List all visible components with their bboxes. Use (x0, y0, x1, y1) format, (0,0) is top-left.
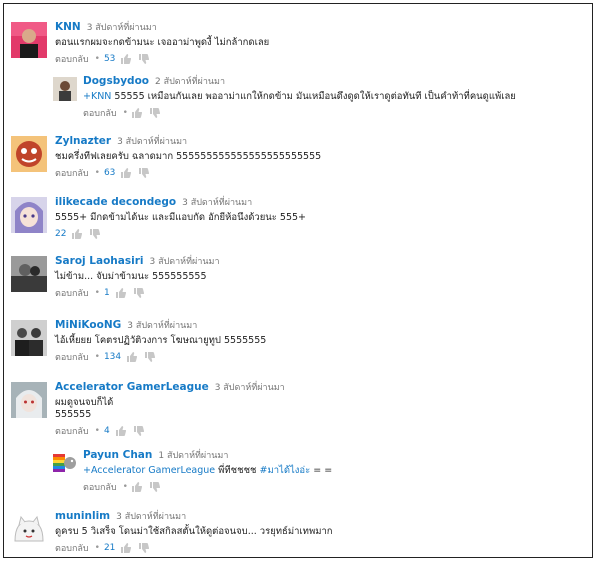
comment-text: ไอ้เหี้ยยย โคตรปฏิวัติวงการ โฆษณายูทูป 5… (55, 335, 267, 346)
separator-dot: • (94, 54, 100, 64)
thumbs-down-icon[interactable] (139, 54, 150, 64)
timestamp[interactable]: 3 สัปดาห์ที่ผ่านมา (127, 321, 197, 331)
author-name[interactable]: Saroj Laohasiri (55, 255, 143, 267)
timestamp[interactable]: 3 สัปดาห์ที่ผ่านมา (215, 383, 285, 393)
thumbs-up-icon[interactable] (121, 543, 132, 553)
thumbs-down-icon[interactable] (133, 426, 144, 436)
like-count: 63 (103, 168, 116, 178)
thumbs-down-icon[interactable] (145, 352, 156, 362)
separator-dot: • (94, 288, 100, 298)
comment-text: ชมครึ่งทีฟเลยครับ ฉลาดมาก 55555555555555… (55, 151, 322, 162)
author-name[interactable]: muninlim (55, 510, 110, 522)
comment-text: +KNN 55555 เหมือนกันเลย พออาม่าแกให้กดข้… (83, 91, 516, 103)
timestamp[interactable]: 1 สัปดาห์ที่ผ่านมา (158, 451, 228, 461)
like-count: 1 (103, 288, 110, 298)
anime-girl-avatar[interactable] (11, 197, 47, 233)
thumbs-down-icon[interactable] (139, 168, 150, 178)
separator-dot: • (94, 543, 100, 553)
separator-dot: • (122, 108, 128, 118)
author-name[interactable]: KNN (55, 21, 81, 33)
thumbs-down-icon[interactable] (149, 482, 160, 492)
bw-photo-avatar[interactable] (11, 256, 47, 292)
like-count: 4 (103, 426, 110, 436)
reply-button[interactable]: ตอบกลับ (55, 350, 89, 364)
anime-character-avatar[interactable] (11, 382, 47, 418)
comment-text: ดูครบ 5 วิเสร็จ โดนม่าใช้สกิลสตั้นให้ดูต… (55, 526, 333, 537)
reply-button[interactable]: ตอบกลับ (55, 424, 89, 438)
author-name[interactable]: Dogsbydoo (83, 75, 149, 87)
comment-body: พี่ทีชชชช (215, 465, 260, 476)
timestamp[interactable]: 2 สัปดาห์ที่ผ่านมา (155, 77, 225, 87)
person-dark-shirt-avatar[interactable] (11, 22, 47, 58)
comment-text-line-2: 555555 (55, 409, 92, 420)
reply-button[interactable]: ตอบกลับ (83, 480, 117, 494)
comment-text: ผมดูจนจบก็ได้ (55, 397, 114, 408)
hashtag-link[interactable]: #มาได้ไงอ่ะ (260, 465, 311, 476)
rainbow-bird-avatar[interactable] (53, 452, 77, 476)
cartoon-cat-avatar[interactable] (11, 511, 47, 547)
separator-dot: • (94, 168, 100, 178)
reply-button[interactable]: ตอบกลับ (83, 106, 117, 120)
reply-button[interactable]: ตอบกลับ (55, 286, 89, 300)
comment-body: 55555 เหมือนกันเลย พออาม่าแกให้กดข้าม มั… (111, 91, 516, 102)
author-name[interactable]: MiNiKooNG (55, 319, 121, 331)
separator-dot: • (122, 482, 128, 492)
separator-dot: • (94, 426, 100, 436)
reply-button[interactable]: ตอบกลับ (55, 541, 89, 555)
comment-body-end: = = (310, 465, 333, 476)
thumbs-up-icon[interactable] (131, 108, 142, 118)
portrait-photo-avatar[interactable] (53, 77, 77, 101)
author-name[interactable]: Zylnazter (55, 135, 111, 147)
mention-link[interactable]: +KNN (83, 91, 111, 102)
like-count: 53 (103, 54, 116, 64)
timestamp[interactable]: 3 สัปดาห์ที่ผ่านมา (87, 23, 157, 33)
like-count: 134 (103, 352, 122, 362)
thumbs-up-icon[interactable] (121, 54, 132, 64)
author-name[interactable]: ilikecade decondego (55, 196, 176, 208)
separator-dot: • (94, 352, 100, 362)
thumbs-down-icon[interactable] (139, 543, 150, 553)
like-count: 22 (55, 229, 67, 239)
timestamp[interactable]: 3 สัปดาห์ที่ผ่านมา (116, 512, 186, 522)
thumbs-down-icon[interactable] (90, 229, 101, 239)
timestamp[interactable]: 3 สัปดาห์ที่ผ่านมา (149, 257, 219, 267)
thumbs-up-icon[interactable] (127, 352, 138, 362)
comment-text: 5555+ มีกดข้ามได้นะ และมีแอบกัด อักยีห้อ… (55, 212, 307, 223)
thumbs-up-icon[interactable] (131, 482, 142, 492)
timestamp[interactable]: 3 สัปดาห์ที่ผ่านมา (117, 137, 187, 147)
author-name[interactable]: Accelerator GamerLeague (55, 381, 209, 393)
thumbs-up-icon[interactable] (72, 229, 83, 239)
author-name[interactable]: Payun Chan (83, 449, 152, 461)
thumbs-down-icon[interactable] (133, 288, 144, 298)
like-count: 21 (103, 543, 116, 553)
comment-text: ไม่ข้าม... จับม่าข้ามนะ 555555555 (55, 271, 207, 282)
comment-text: +Accelerator GamerLeague พี่ทีชชชช #มาได… (83, 465, 332, 477)
timestamp[interactable]: 3 สัปดาห์ที่ผ่านมา (182, 198, 252, 208)
reply-button[interactable]: ตอบกลับ (55, 52, 89, 66)
thumbs-up-icon[interactable] (115, 426, 126, 436)
comments-panel: KNN 3 สัปดาห์ที่ผ่านมา ตอนแรกผมจะกดข้ามนะ… (3, 3, 593, 558)
group-photo-avatar[interactable] (11, 320, 47, 356)
thumbs-up-icon[interactable] (115, 288, 126, 298)
thumbs-down-icon[interactable] (149, 108, 160, 118)
mention-link[interactable]: +Accelerator GamerLeague (83, 465, 215, 476)
thumbs-up-icon[interactable] (121, 168, 132, 178)
cartoon-face-avatar[interactable] (11, 136, 47, 172)
comment-text: ตอนแรกผมจะกดข้ามนะ เจออาม่าพูดงี้ ไม่กล้… (55, 37, 270, 48)
reply-button[interactable]: ตอบกลับ (55, 166, 89, 180)
